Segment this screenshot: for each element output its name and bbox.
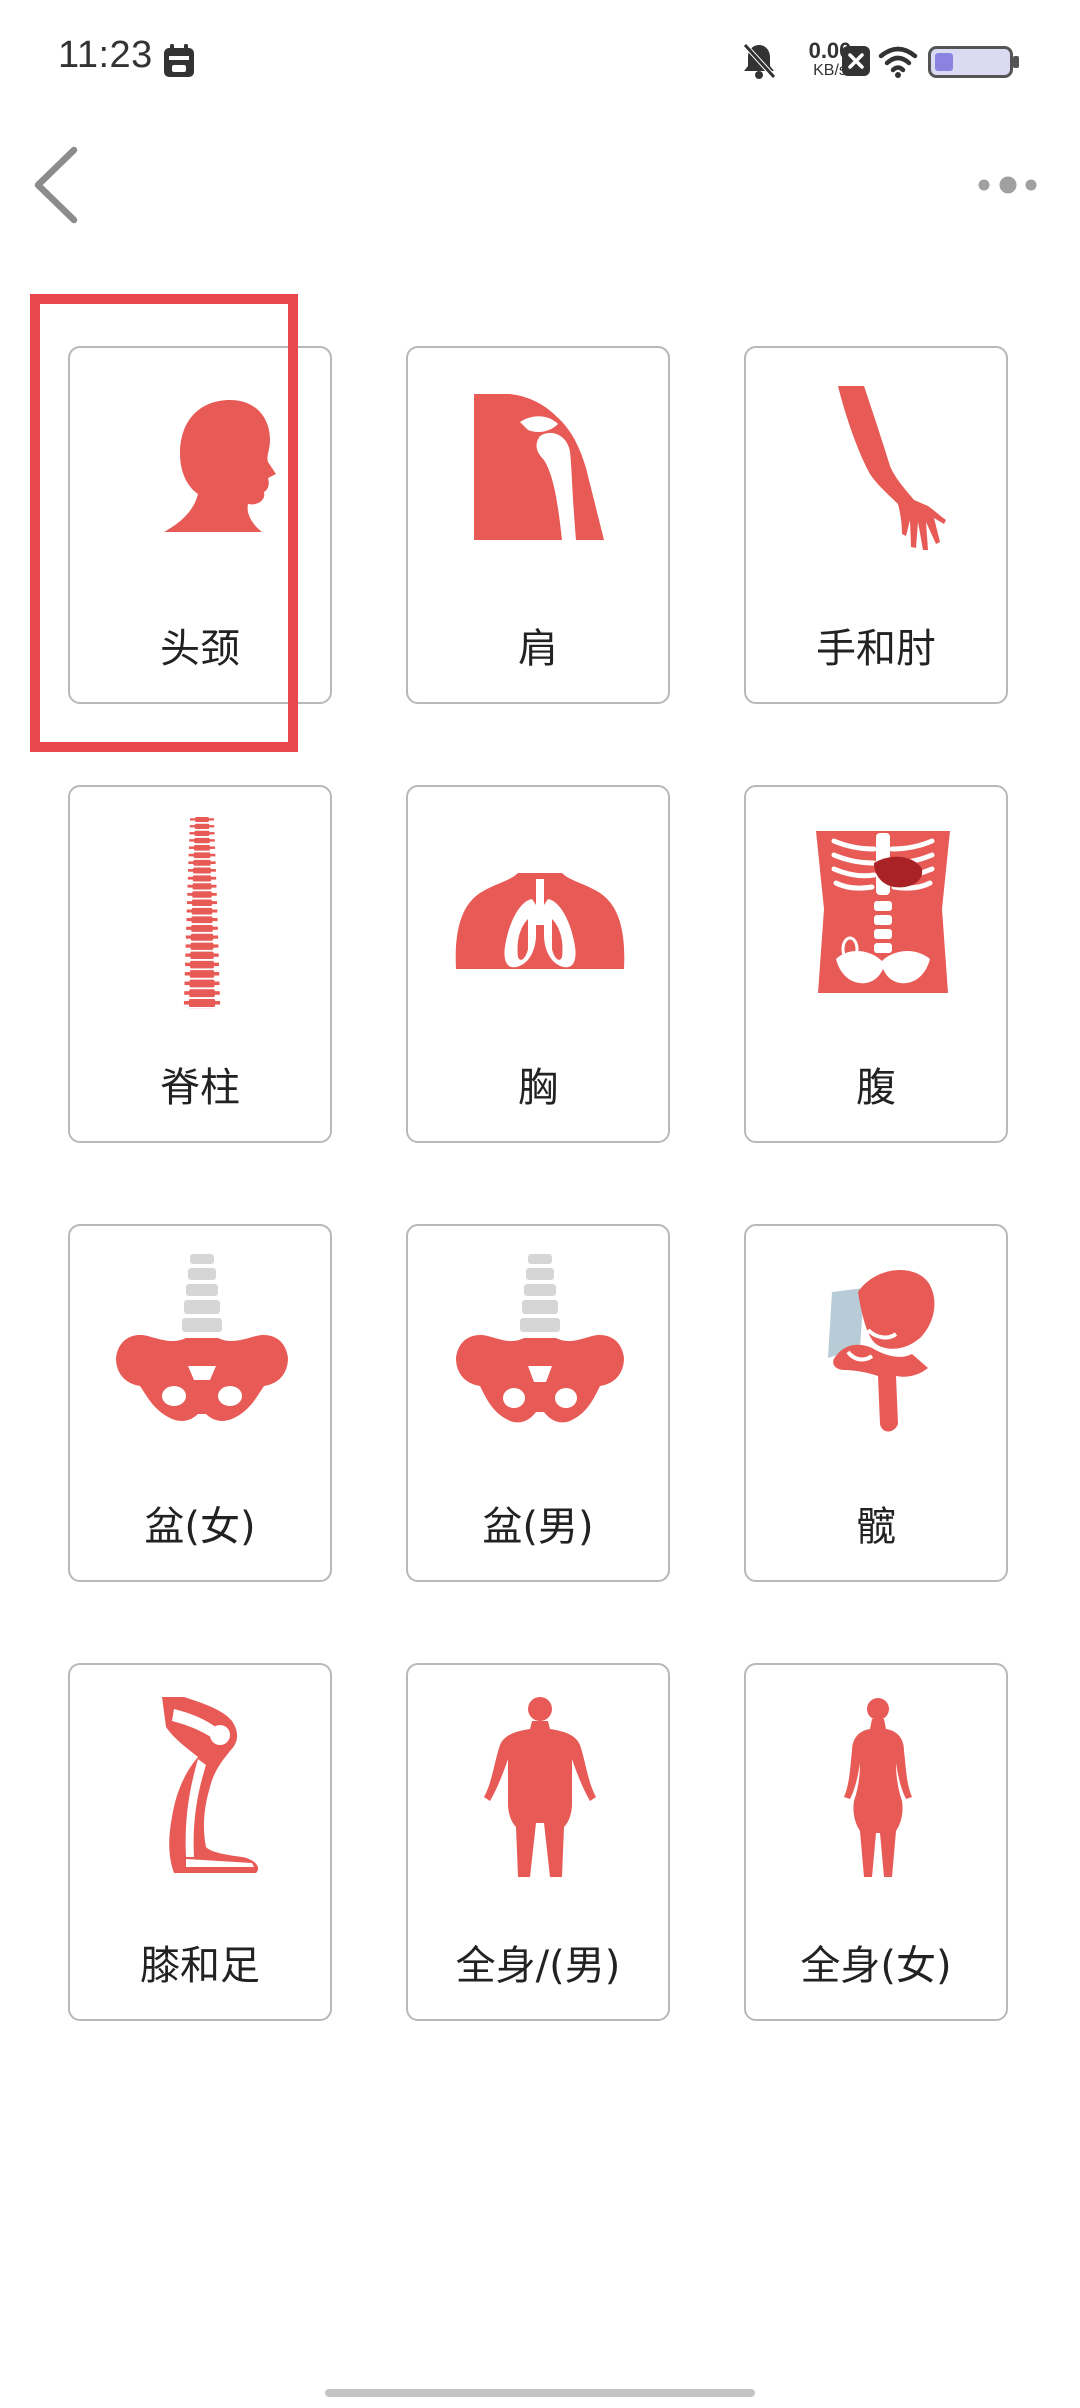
card-shoulder[interactable]: 肩 (406, 346, 670, 704)
card-pelvis-male[interactable]: 盆(男) (406, 1224, 670, 1582)
card-knee-foot[interactable]: 膝和足 (68, 1663, 332, 2021)
card-head-neck[interactable]: 头颈 (68, 346, 332, 704)
arm-hand-icon (838, 386, 946, 550)
card-label: 头颈 (160, 626, 240, 672)
chest-lungs-icon (455, 873, 625, 969)
card-label: 盆(男) (482, 1504, 594, 1550)
shoulder-icon (474, 394, 604, 540)
head-neck-icon (164, 400, 276, 532)
card-label: 脊柱 (160, 1065, 240, 1111)
card-label: 全身(女) (800, 1943, 952, 1989)
card-label: 盆(女) (144, 1504, 256, 1550)
card-arm-hand[interactable]: 手和肘 (744, 346, 1008, 704)
card-full-body-male[interactable]: 全身/(男) (406, 1663, 670, 2021)
pelvis-male-icon (456, 1254, 624, 1423)
card-chest[interactable]: 胸 (406, 785, 670, 1143)
card-label: 髋 (856, 1504, 896, 1550)
card-pelvis-female[interactable]: 盆(女) (68, 1224, 332, 1582)
abdomen-icon (816, 831, 950, 993)
card-label: 腹 (856, 1065, 896, 1111)
card-label: 手和肘 (816, 626, 936, 672)
card-label: 肩 (518, 626, 558, 672)
card-abdomen[interactable]: 腹 (744, 785, 1008, 1143)
pelvis-female-icon (116, 1254, 288, 1421)
full-body-male-icon (484, 1697, 596, 1877)
card-hip[interactable]: 髋 (744, 1224, 1008, 1582)
spine-icon (183, 817, 221, 1009)
body-part-grid: 头颈 肩 手和肘 脊柱 胸 腹 盆(女) 盆(男) 髋 膝和足 全身/(男) 全… (0, 0, 1080, 2100)
card-label: 胸 (518, 1065, 558, 1111)
home-indicator[interactable] (325, 2389, 755, 2397)
card-full-body-female[interactable]: 全身(女) (744, 1663, 1008, 2021)
card-spine[interactable]: 脊柱 (68, 785, 332, 1143)
card-label: 膝和足 (140, 1943, 260, 1989)
app-screen: 11:23 0.00 KB/s 头颈 肩 手和肘 脊柱 胸 腹 盆(女) 盆(男… (0, 0, 1080, 2408)
knee-foot-icon (162, 1697, 259, 1873)
hip-icon (828, 1269, 935, 1432)
full-body-female-icon (844, 1698, 912, 1877)
card-label: 全身/(男) (455, 1943, 621, 1989)
